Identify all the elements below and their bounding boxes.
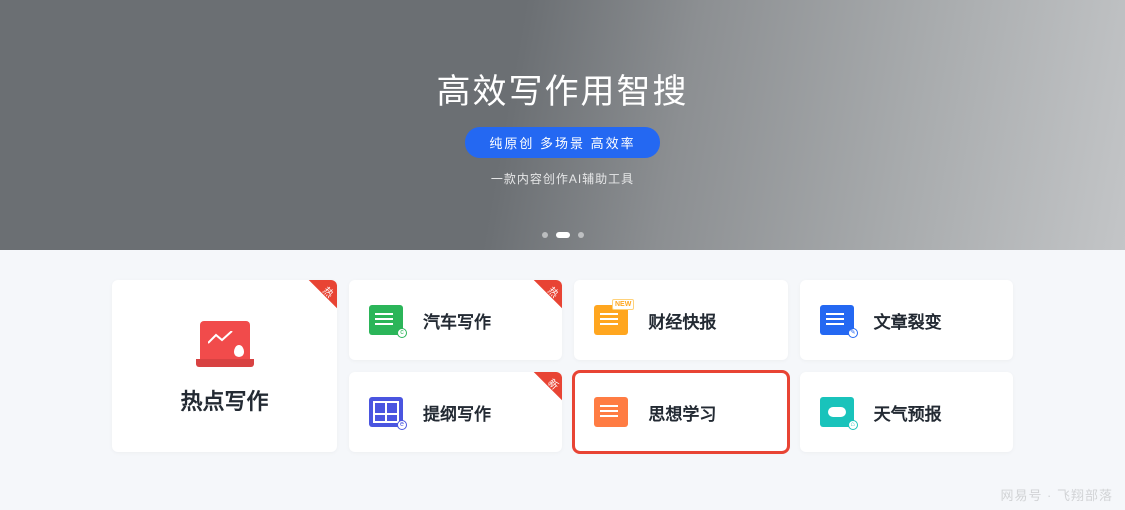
article-split-icon: ✎ <box>818 301 856 339</box>
watermark-text: 网易号 · 飞翔部落 <box>1000 485 1113 504</box>
hero-subtitle: 一款内容创作AI辅助工具 <box>491 170 634 187</box>
card-label: 财经快报 <box>648 308 716 333</box>
card-article-split[interactable]: ✎ 文章裂变 <box>800 280 1013 360</box>
finance-news-icon: NEW <box>592 301 630 339</box>
card-label: 文章裂变 <box>874 308 942 333</box>
card-label: 汽车写作 <box>423 308 491 333</box>
card-label: 天气预报 <box>874 400 942 425</box>
carousel-dot-active[interactable] <box>556 232 570 238</box>
feature-grid: 热 热点写作 热 c 汽车写作 NEW 财经快报 ✎ 文章裂变 新 e <box>0 250 1125 452</box>
carousel-dot[interactable] <box>542 232 548 238</box>
carousel-dot[interactable] <box>578 232 584 238</box>
outline-writing-icon: e <box>367 393 405 431</box>
card-outline-writing[interactable]: 新 e 提纲写作 <box>349 372 562 452</box>
thought-study-icon <box>592 393 630 431</box>
card-thought-study[interactable]: 思想学习 <box>574 372 787 452</box>
card-label: 思想学习 <box>648 400 716 425</box>
weather-icon: ⌂ <box>818 393 856 431</box>
ribbon-hot: 热 <box>299 280 337 318</box>
hero-pill-button[interactable]: 纯原创 多场景 高效率 <box>465 127 659 158</box>
carousel-dots[interactable] <box>542 232 584 238</box>
ribbon-new: 新 <box>524 372 562 410</box>
card-hot-writing[interactable]: 热 热点写作 <box>112 280 337 452</box>
hero-title: 高效写作用智搜 <box>437 64 689 113</box>
car-writing-icon: c <box>367 301 405 339</box>
card-weather[interactable]: ⌂ 天气预报 <box>800 372 1013 452</box>
card-car-writing[interactable]: 热 c 汽车写作 <box>349 280 562 360</box>
card-label: 提纲写作 <box>423 400 491 425</box>
card-label: 热点写作 <box>180 384 268 416</box>
card-finance-news[interactable]: NEW 财经快报 <box>574 280 787 360</box>
hero-banner: 高效写作用智搜 纯原创 多场景 高效率 一款内容创作AI辅助工具 <box>0 0 1125 250</box>
hot-writing-icon <box>197 316 253 366</box>
ribbon-hot: 热 <box>524 280 562 318</box>
